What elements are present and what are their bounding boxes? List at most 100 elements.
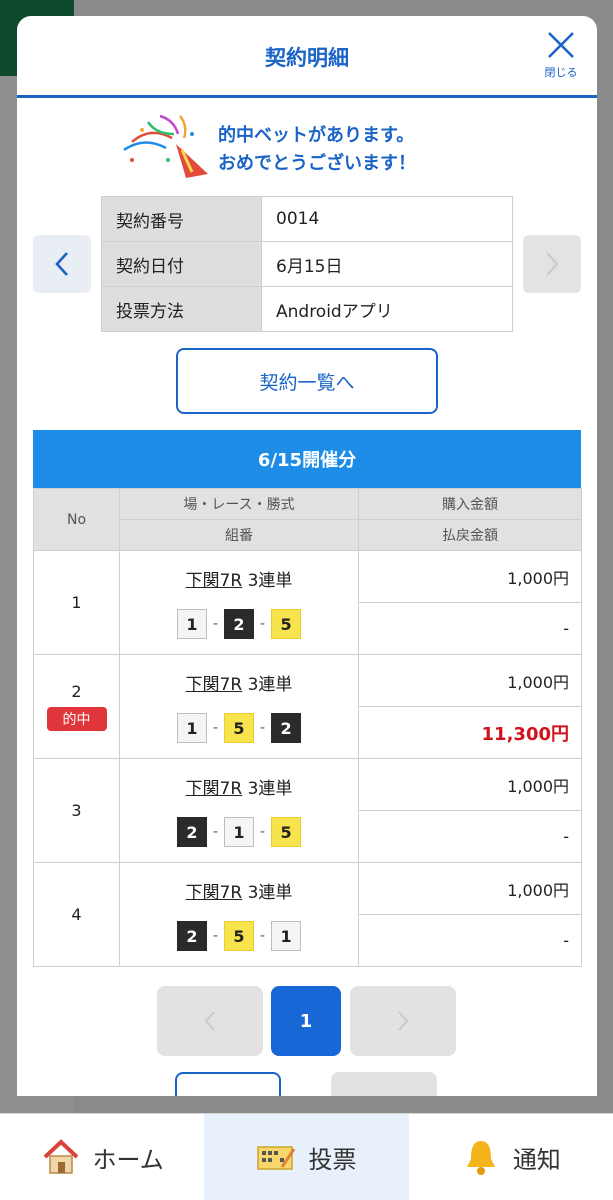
combo: 1-5-2 bbox=[120, 713, 358, 743]
table-row: 2 的中 下関7R 3連単 1-5-2 1,000円 bbox=[33, 654, 582, 759]
bottom-nav: ホーム 投票 通知 bbox=[0, 1113, 613, 1200]
purchase-amount: 1,000円 bbox=[358, 654, 582, 707]
race-cell: 下関7R 3連単 2-1-5 bbox=[119, 758, 359, 863]
combo-separator: - bbox=[260, 928, 266, 944]
bets-table: No 場・レース・勝式 購入金額 組番 払戻金額 1 下関7R 3連単 1-2-5 1… bbox=[33, 488, 582, 967]
contract-list-button[interactable]: 契約一覧へ bbox=[176, 348, 438, 414]
contract-date-row: 契約日付 6月15日 bbox=[101, 241, 513, 287]
session-header: 6/15開催分 bbox=[33, 430, 581, 488]
tab-notice-label: 通知 bbox=[512, 1145, 561, 1174]
bet-type: 3連単 bbox=[247, 883, 293, 903]
contract-detail-modal: 契約明細 閉じる 的中ベットがあります。 おめでとうございます！ 契約番号 00… bbox=[17, 16, 597, 1096]
combo-separator: - bbox=[260, 616, 266, 632]
partial-button-outline[interactable] bbox=[175, 1072, 281, 1096]
tab-home-label: ホーム bbox=[92, 1145, 164, 1174]
table-row: 3 下関7R 3連単 2-1-5 1,000円 bbox=[33, 758, 582, 863]
bet-number: 3 bbox=[71, 801, 82, 820]
bet-number: 2 bbox=[71, 682, 82, 701]
header-purchase: 購入金額 bbox=[358, 488, 582, 520]
next-contract-button[interactable] bbox=[523, 235, 581, 293]
race-link[interactable]: 下関7R bbox=[186, 675, 243, 695]
house-icon bbox=[43, 1139, 78, 1174]
table-row: 1 下関7R 3連単 1-2-5 1,000円 bbox=[33, 550, 582, 655]
tab-home[interactable]: ホーム bbox=[0, 1114, 204, 1200]
combo-separator: - bbox=[212, 928, 218, 944]
close-label: 閉じる bbox=[544, 66, 578, 79]
contract-date-value: 6月15日 bbox=[261, 241, 513, 287]
tab-vote-label: 投票 bbox=[308, 1145, 357, 1174]
purchase-amount: 1,000円 bbox=[358, 758, 582, 811]
bet-number: 4 bbox=[71, 905, 82, 924]
boat-number: 1 bbox=[176, 609, 207, 639]
race-link[interactable]: 下関7R bbox=[186, 883, 243, 903]
tab-vote[interactable]: 投票 bbox=[204, 1114, 409, 1200]
purchase-amount: 1,000円 bbox=[358, 550, 582, 603]
contract-number-value: 0014 bbox=[261, 196, 513, 242]
vote-method-label: 投票方法 bbox=[101, 286, 262, 332]
race-title: 下関7R 3連単 bbox=[120, 566, 358, 591]
race-title: 下関7R 3連単 bbox=[120, 774, 358, 799]
boat-number: 2 bbox=[224, 609, 254, 639]
vote-method-row: 投票方法 Androidアプリ bbox=[101, 286, 513, 332]
hit-badge: 的中 bbox=[46, 707, 107, 731]
race-cell: 下関7R 3連単 2-5-1 bbox=[119, 862, 359, 967]
combo: 2-1-5 bbox=[120, 817, 358, 847]
race-cell: 下関7R 3連単 1-5-2 bbox=[119, 654, 359, 759]
race-link[interactable]: 下関7R bbox=[186, 571, 243, 591]
contract-info-table: 契約番号 0014 契約日付 6月15日 投票方法 Androidアプリ bbox=[101, 196, 513, 332]
pager-page-button[interactable]: 1 bbox=[271, 986, 341, 1056]
combo-separator: - bbox=[212, 824, 218, 840]
header-no: No bbox=[33, 488, 120, 551]
ticket-icon bbox=[257, 1146, 296, 1170]
payout-amount: - bbox=[358, 914, 582, 967]
combo-separator: - bbox=[260, 824, 266, 840]
chevron-left-icon bbox=[204, 1011, 215, 1031]
race-link[interactable]: 下関7R bbox=[186, 779, 243, 799]
bet-type: 3連単 bbox=[247, 675, 293, 695]
boat-number: 5 bbox=[224, 921, 254, 951]
prev-contract-button[interactable] bbox=[33, 235, 91, 293]
pager-prev-button[interactable] bbox=[157, 986, 263, 1056]
contract-date-label: 契約日付 bbox=[101, 241, 262, 287]
boat-number: 2 bbox=[176, 817, 207, 847]
payout-amount: - bbox=[358, 602, 582, 655]
modal-title: 契約明細 bbox=[265, 46, 349, 70]
contract-number-label: 契約番号 bbox=[101, 196, 262, 242]
bet-type: 3連単 bbox=[247, 571, 293, 591]
combo-separator: - bbox=[212, 720, 218, 736]
boat-number: 1 bbox=[176, 713, 207, 743]
purchase-amount: 1,000円 bbox=[358, 862, 582, 915]
header-combo: 組番 bbox=[119, 519, 359, 551]
pager-next-button[interactable] bbox=[350, 986, 456, 1056]
win-message-line1: 的中ベットがあります。 bbox=[218, 125, 415, 146]
bet-number-cell: 1 bbox=[33, 550, 120, 655]
chevron-left-icon bbox=[55, 252, 68, 276]
race-cell: 下関7R 3連単 1-2-5 bbox=[119, 550, 359, 655]
bet-number-cell: 3 bbox=[33, 758, 120, 863]
race-title: 下関7R 3連単 bbox=[120, 878, 358, 903]
modal-header: 契約明細 閉じる bbox=[17, 16, 597, 98]
chevron-right-icon bbox=[398, 1011, 409, 1031]
contract-number-row: 契約番号 0014 bbox=[101, 196, 513, 242]
boat-number: 5 bbox=[271, 609, 302, 639]
boat-number: 5 bbox=[224, 713, 254, 743]
boat-number: 2 bbox=[271, 713, 302, 743]
payout-amount: - bbox=[358, 810, 582, 863]
table-row: 4 下関7R 3連単 2-5-1 1,000円 bbox=[33, 862, 582, 967]
partial-button-gray[interactable] bbox=[331, 1072, 437, 1096]
vote-method-value: Androidアプリ bbox=[261, 286, 513, 332]
header-race: 場・レース・勝式 bbox=[119, 488, 359, 520]
combo: 2-5-1 bbox=[120, 921, 358, 951]
combo-separator: - bbox=[212, 616, 218, 632]
bet-number-cell: 2 的中 bbox=[33, 654, 120, 759]
tab-notice[interactable]: 通知 bbox=[409, 1114, 613, 1200]
bet-number-cell: 4 bbox=[33, 862, 120, 967]
boat-number: 2 bbox=[176, 921, 207, 951]
win-message-line2: おめでとうございます！ bbox=[218, 153, 416, 174]
close-button[interactable]: 閉じる bbox=[539, 30, 583, 90]
boat-number: 1 bbox=[271, 921, 302, 951]
payout-amount: 11,300円 bbox=[358, 706, 582, 759]
chevron-right-icon bbox=[546, 252, 559, 276]
boat-number: 5 bbox=[271, 817, 302, 847]
close-icon bbox=[548, 32, 574, 58]
